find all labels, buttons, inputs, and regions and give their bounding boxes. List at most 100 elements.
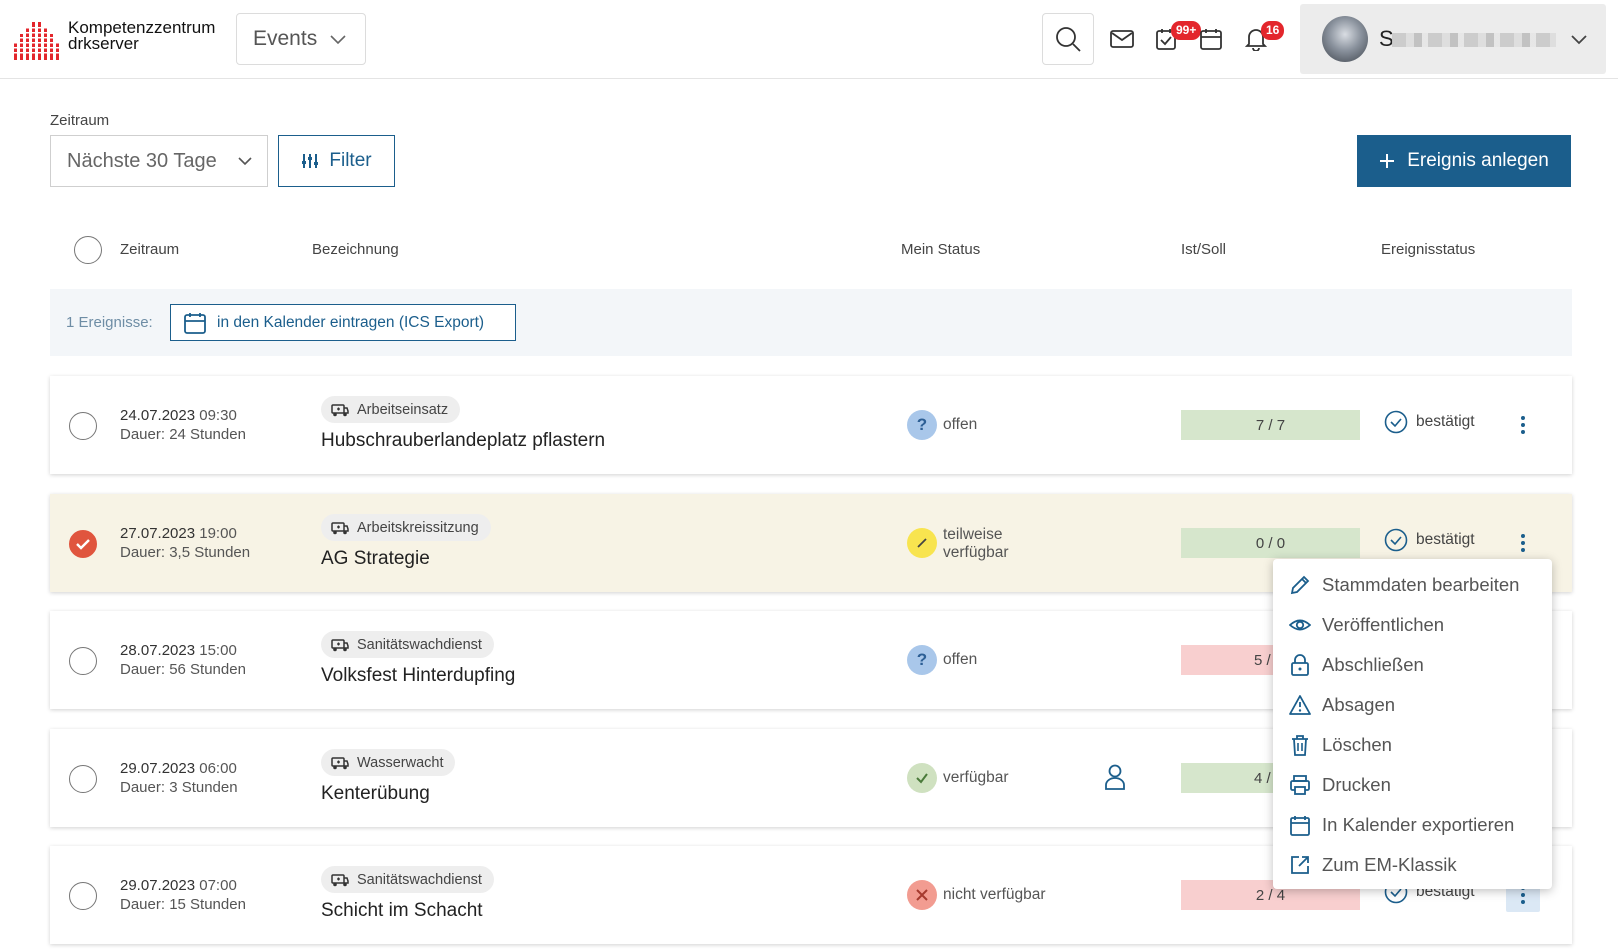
my-status-line-1: teilweise [943, 526, 1003, 543]
row-title[interactable]: AG Strategie [321, 548, 430, 570]
category-label: Arbeitseinsatz [357, 401, 449, 418]
row-actions-button[interactable] [1506, 408, 1540, 442]
period-label: Zeitraum [50, 112, 110, 129]
more-vertical-icon [1521, 416, 1525, 434]
column-header-bezeichnung[interactable]: Bezeichnung [312, 241, 399, 258]
vehicle-icon [331, 873, 349, 886]
menu-item-label: Abschließen [1322, 654, 1424, 675]
column-header-ist-soll[interactable]: Ist/Soll [1181, 241, 1226, 258]
module-select-value: Events [253, 27, 318, 50]
ist-soll-bar: 7 / 7 [1181, 410, 1360, 440]
row-date: 29.07.2023 07:00 [120, 876, 237, 896]
row-date-value: 27.07.2023 [120, 525, 196, 542]
column-header-ereignisstatus[interactable]: Ereignisstatus [1381, 241, 1475, 258]
chevron-down-icon [238, 157, 252, 166]
menu-item-cancel[interactable]: Absagen [1273, 685, 1552, 725]
trash-icon [1292, 735, 1308, 756]
person-icon[interactable] [1103, 763, 1127, 791]
row-checkbox[interactable] [69, 647, 97, 675]
search-icon [1056, 27, 1081, 52]
category-tag: Wasserwacht [321, 749, 456, 776]
category-label: Arbeitskreissitzung [357, 519, 479, 536]
select-all-checkbox[interactable] [74, 236, 102, 264]
mail-icon [1110, 30, 1134, 48]
row-duration: Dauer: 3 Stunden [120, 779, 238, 796]
menu-item-em-classic[interactable]: Zum EM-Klassik [1273, 845, 1552, 885]
ics-export-button[interactable]: in den Kalender eintragen (ICS Export) [170, 304, 516, 341]
ist-soll-bar: 0 / 0 [1181, 528, 1360, 558]
row-checkbox[interactable] [69, 530, 97, 558]
table-row[interactable]: 24.07.2023 09:30 Dauer: 24 Stunden Arbei… [50, 376, 1572, 474]
ics-export-label: in den Kalender eintragen (ICS Export) [217, 313, 485, 331]
category-label: Wasserwacht [357, 754, 444, 771]
plus-icon [1380, 154, 1395, 168]
menu-item-label: In Kalender exportieren [1322, 814, 1515, 835]
menu-item-export-calendar[interactable]: In Kalender exportieren [1273, 805, 1552, 845]
menu-item-edit[interactable]: Stammdaten bearbeiten [1273, 565, 1552, 605]
event-status: bestätigt [1384, 528, 1475, 552]
my-status: offen [943, 651, 978, 668]
row-title[interactable]: Schicht im Schacht [321, 900, 483, 922]
filter-label: Filter [329, 150, 372, 171]
row-checkbox[interactable] [69, 412, 97, 440]
calendar-icon [1290, 816, 1310, 836]
module-select[interactable]: Events [236, 13, 366, 65]
column-header-mein-status[interactable]: Mein Status [901, 241, 980, 258]
user-menu[interactable]: S [1300, 4, 1606, 74]
category-tag: Sanitätswachdienst [321, 866, 494, 893]
question-icon: ? [907, 410, 937, 440]
selected-count: 1 Ereignisse: [66, 314, 153, 331]
avatar [1322, 16, 1368, 62]
row-duration: Dauer: 56 Stunden [120, 661, 246, 678]
chevron-down-icon [330, 35, 346, 45]
row-date: 27.07.2023 19:00 [120, 524, 237, 544]
row-title[interactable]: Volksfest Hinterdupfing [321, 665, 515, 687]
menu-item-delete[interactable]: Löschen [1273, 725, 1552, 765]
row-time: 06:00 [199, 760, 237, 777]
sliders-icon [302, 154, 319, 168]
question-icon: ? [907, 645, 937, 675]
row-checkbox[interactable] [69, 765, 97, 793]
row-title[interactable]: Kenterübung [321, 783, 430, 805]
my-status: verfügbar [943, 769, 1009, 786]
vehicle-icon [331, 521, 349, 534]
category-label: Sanitätswachdienst [357, 871, 482, 888]
event-status-label: bestätigt [1416, 531, 1475, 548]
filter-button[interactable]: Filter [278, 135, 395, 187]
check-icon [76, 539, 90, 550]
menu-item-label: Veröffentlichen [1322, 614, 1445, 635]
drk-logo[interactable] [14, 20, 60, 60]
menu-item-print[interactable]: Drucken [1273, 765, 1552, 805]
pencil-icon [1290, 575, 1310, 595]
row-time: 09:30 [199, 407, 237, 424]
row-duration: Dauer: 24 Stunden [120, 426, 246, 443]
messages-button[interactable] [1107, 24, 1137, 54]
menu-item-label: Absagen [1322, 694, 1396, 715]
chevron-down-icon [1571, 35, 1587, 45]
row-checkbox[interactable] [69, 882, 97, 910]
menu-item-publish[interactable]: Veröffentlichen [1273, 605, 1552, 645]
user-name-redacted [1392, 33, 1556, 47]
warning-icon [1289, 695, 1311, 715]
app-header: Kompetenzzentrum drkserver Events 99+ 16… [0, 0, 1618, 79]
row-title[interactable]: Hubschrauberlandeplatz pflastern [321, 430, 605, 452]
row-date-value: 29.07.2023 [120, 877, 196, 894]
row-actions-button[interactable] [1506, 526, 1540, 560]
row-date-value: 28.07.2023 [120, 642, 196, 659]
calendar-icon [1200, 29, 1222, 50]
check-circle-icon [1384, 528, 1408, 552]
period-select[interactable]: Nächste 30 Tage [50, 135, 268, 187]
create-event-button[interactable]: Ereignis anlegen [1357, 135, 1571, 187]
menu-item-close[interactable]: Abschließen [1273, 645, 1552, 685]
more-vertical-icon [1521, 534, 1525, 552]
search-button[interactable] [1042, 13, 1094, 65]
row-date: 24.07.2023 09:30 [120, 406, 237, 426]
calendar-button[interactable] [1196, 24, 1226, 54]
category-tag: Arbeitseinsatz [321, 396, 461, 423]
my-status: nicht verfügbar [943, 886, 1046, 903]
column-header-zeitraum[interactable]: Zeitraum [120, 241, 179, 258]
check-circle-icon [1384, 410, 1408, 434]
row-date: 29.07.2023 06:00 [120, 759, 237, 779]
checkmark-icon [907, 763, 937, 793]
row-time: 19:00 [199, 525, 237, 542]
